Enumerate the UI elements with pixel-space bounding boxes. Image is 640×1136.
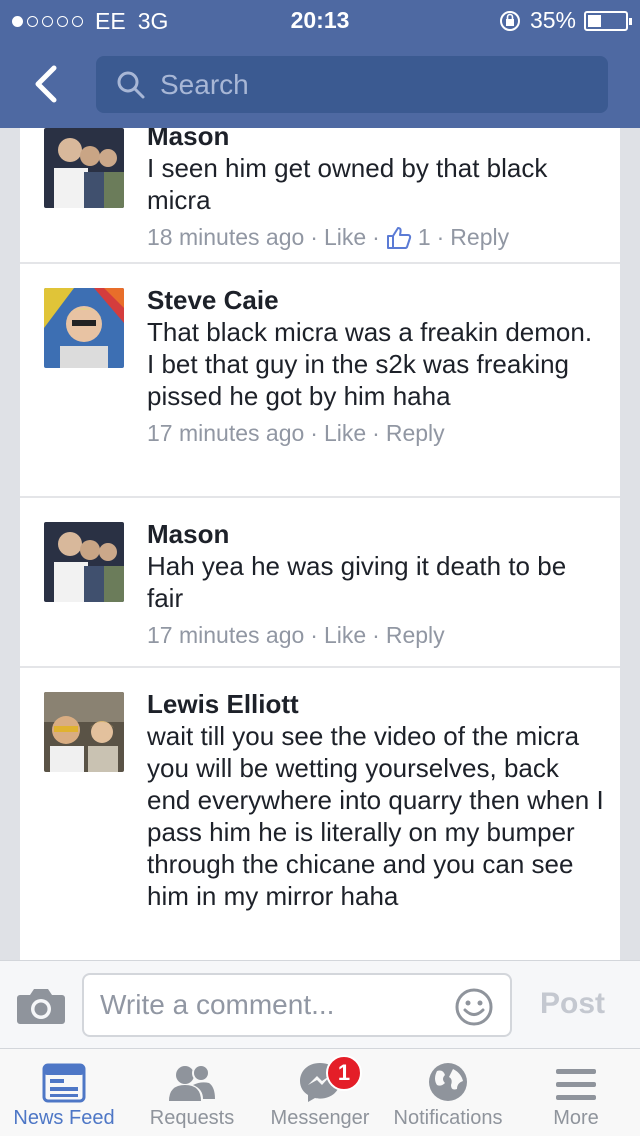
- like-link[interactable]: Like: [324, 622, 366, 649]
- comment-author[interactable]: Mason: [147, 128, 604, 152]
- comment-meta: 18 minutes ago · Like · 1 · Reply: [147, 224, 510, 251]
- comment-time: 17 minutes ago: [147, 622, 305, 648]
- comment-item: Lewis Elliott wait till you see the vide…: [20, 668, 620, 912]
- tab-requests[interactable]: Requests: [128, 1049, 256, 1136]
- comment-meta: 17 minutes ago · Like · Reply: [147, 622, 445, 649]
- comment-time: 17 minutes ago: [147, 420, 305, 446]
- comment-input-placeholder: Write a comment...: [100, 989, 335, 1020]
- search-placeholder: Search: [160, 68, 249, 100]
- comment-text: Hah yea he was giving it death to be fai…: [147, 551, 567, 613]
- tab-label: Requests: [149, 1107, 235, 1129]
- nav-bar: Search: [0, 40, 640, 128]
- tab-news-feed[interactable]: News Feed: [0, 1049, 128, 1136]
- globe-icon: [429, 1063, 467, 1101]
- messenger-badge: 1: [326, 1055, 362, 1091]
- tab-label: More: [553, 1107, 599, 1129]
- battery-icon: [584, 10, 632, 31]
- comment-composer: Write a comment... Post: [0, 960, 640, 1048]
- like-link[interactable]: Like: [324, 420, 366, 447]
- like-count-value: 1: [417, 224, 431, 250]
- thumbs-up-icon: [386, 226, 412, 249]
- comment-time: 18 minutes ago: [147, 224, 305, 250]
- avatar[interactable]: [44, 522, 124, 602]
- comment-author[interactable]: Lewis Elliott: [147, 688, 604, 720]
- comments-list[interactable]: Mason I seen him get owned by that black…: [20, 128, 620, 960]
- news-feed-icon: [42, 1063, 86, 1103]
- status-bar: EE 3G 20:13 35%: [0, 0, 640, 40]
- comment-text: I seen him get owned by that black micra: [147, 153, 548, 215]
- camera-icon[interactable]: [16, 987, 66, 1025]
- top-bar: EE 3G 20:13 35% Search: [0, 0, 640, 128]
- sticker-smiley-icon[interactable]: [454, 987, 494, 1027]
- tab-label: Notifications: [393, 1107, 503, 1129]
- like-link[interactable]: Like: [324, 224, 366, 251]
- avatar[interactable]: [44, 288, 124, 368]
- tab-more[interactable]: More: [512, 1049, 640, 1136]
- status-right: 35%: [498, 7, 632, 34]
- tab-messenger[interactable]: 1 Messenger: [256, 1049, 384, 1136]
- avatar[interactable]: [44, 128, 124, 208]
- tab-notifications[interactable]: Notifications: [384, 1049, 512, 1136]
- comment-text: That black micra was a freakin demon. I …: [147, 317, 593, 411]
- comment-text: wait till you see the video of the micra…: [147, 721, 604, 911]
- reply-link[interactable]: Reply: [386, 420, 445, 447]
- back-arrow-icon[interactable]: [26, 62, 66, 106]
- battery-percent: 35%: [529, 7, 576, 33]
- post-button[interactable]: Post: [540, 987, 605, 1021]
- search-icon: [117, 71, 145, 98]
- search-field[interactable]: Search: [96, 56, 608, 113]
- reply-link[interactable]: Reply: [450, 224, 509, 251]
- tab-bar: News Feed Requests 1 Messenger Notificat…: [0, 1048, 640, 1136]
- requests-icon: [169, 1064, 215, 1101]
- menu-icon: [556, 1069, 596, 1100]
- comment-item: Steve Caie That black micra was a freaki…: [20, 264, 620, 498]
- avatar[interactable]: [44, 692, 124, 772]
- tab-label: Messenger: [270, 1107, 370, 1129]
- rotation-lock-icon: [499, 10, 520, 31]
- reply-link[interactable]: Reply: [386, 622, 445, 649]
- comment-item: Mason Hah yea he was giving it death to …: [20, 498, 620, 668]
- like-count[interactable]: 1: [386, 224, 431, 251]
- tab-label: News Feed: [13, 1107, 115, 1129]
- comment-meta: 17 minutes ago · Like · Reply: [147, 420, 445, 447]
- comment-item: Mason I seen him get owned by that black…: [20, 128, 620, 264]
- comment-input[interactable]: Write a comment...: [82, 973, 512, 1037]
- comment-author[interactable]: Steve Caie: [147, 284, 604, 316]
- comment-author[interactable]: Mason: [147, 518, 604, 550]
